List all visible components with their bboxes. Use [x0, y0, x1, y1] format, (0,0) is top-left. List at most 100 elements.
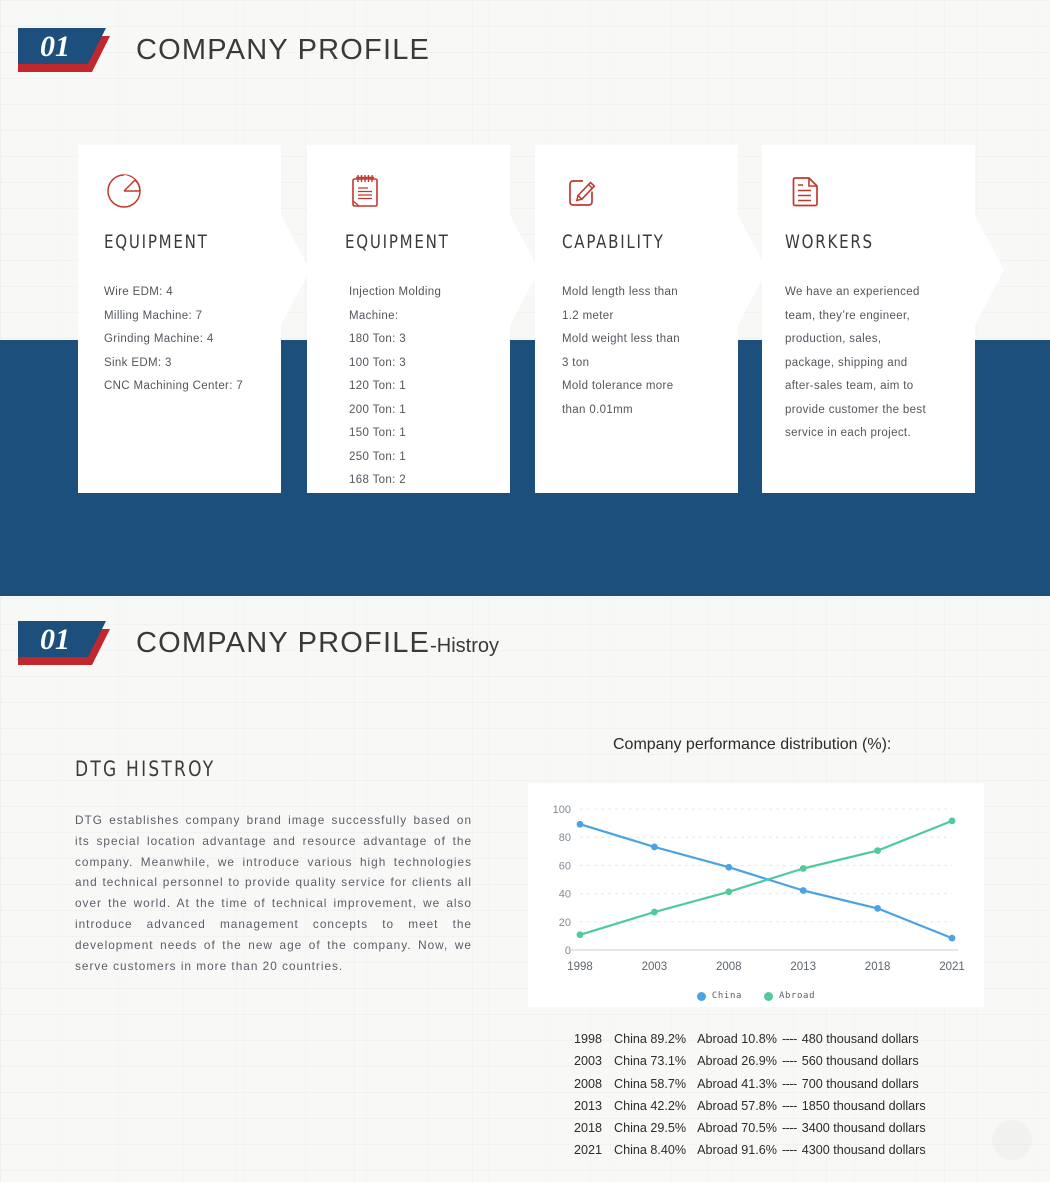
row-separator: ---- [781, 1098, 797, 1113]
card-line: provide customer the best [785, 403, 927, 416]
legend-dot-china [696, 991, 706, 1001]
chart-point-abroad [799, 865, 807, 872]
chart-ytick-label: 20 [559, 917, 571, 929]
card-line: after-sales team, aim to [785, 380, 914, 392]
card-line: 200 Ton: 1 [349, 403, 407, 416]
chart-xtick-label: 1998 [567, 961, 593, 973]
background-stripe [240, 120, 420, 121]
performance-row: 2008 China 58.7% Abroad 41.3% ---- 700 thous… [560, 1073, 926, 1095]
row-abroad-share: Abroad 41.3% [697, 1076, 777, 1091]
card-line: service in each project. [785, 427, 912, 439]
chart-xtick-label: 2018 [865, 961, 891, 973]
card-body: We have an experienced team, they’re eng… [785, 281, 1004, 446]
row-abroad-share: Abroad 57.8% [697, 1098, 777, 1113]
chart-point-abroad [874, 847, 881, 854]
card-workers[interactable]: WORKERS We have an experienced team, the… [762, 145, 1004, 493]
legend-dot-abroad [763, 991, 773, 1001]
section-badge-2: 01 [18, 621, 114, 665]
performance-chart[interactable]: 0 20 40 60 80 100 1998 2003 2008 2013 2018 2021 Chi… [528, 783, 984, 1007]
background-stripe [600, 700, 780, 701]
background-stripe [420, 1050, 580, 1051]
card-title: CAPABILITY [562, 231, 665, 253]
chart-ytick-label: 60 [559, 860, 571, 872]
performance-row: 1998 China 89.2% Abroad 10.8% ---- 480 thous… [560, 1028, 926, 1050]
chart-point-abroad [576, 931, 584, 939]
history-paragraph: DTG establishes company brand image succ… [75, 813, 472, 973]
row-abroad-share: Abroad 10.8% [697, 1032, 777, 1046]
row-amount: 1850 thousand dollars [801, 1098, 926, 1113]
chart-point-china [948, 934, 956, 942]
card-title: WORKERS [785, 231, 874, 253]
legend-label-china: China [711, 991, 742, 1001]
background-stripe [0, 95, 200, 96]
card-line: 100 Ton: 3 [349, 356, 407, 369]
page-title-2: COMPANY PROFILE [136, 626, 431, 659]
chart-point-abroad [725, 888, 733, 896]
row-china-share: China 58.7% [614, 1076, 687, 1091]
card-equipment-1[interactable]: EQUIPMENT Wire EDM: 4 Milling Machine: 7… [78, 145, 310, 493]
card-line: 250 Ton: 1 [349, 450, 407, 463]
edit-pencil-icon [562, 171, 602, 211]
card-body: Mold length less than 1.2 meter Mold wei… [562, 281, 767, 422]
chart-point-china [725, 863, 733, 871]
row-amount: 4300 thousand dollars [801, 1143, 926, 1158]
chart-ytick-label: 40 [559, 889, 571, 901]
notepad-icon [345, 171, 385, 211]
chart-title: Company performance distribution (%): [613, 736, 892, 753]
row-year: 2008 [573, 1076, 602, 1091]
chart-point-china [874, 905, 881, 912]
row-year: 2021 [573, 1143, 602, 1158]
page-subtitle: -Histroy [430, 634, 499, 657]
card-equipment-2[interactable]: EQUIPMENT Injection Molding Machine: 180… [307, 145, 539, 493]
card-line: Wire EDM: 4 [104, 286, 174, 298]
card-line: Injection Molding [349, 286, 442, 298]
chart-xtick-label: 2013 [790, 961, 816, 973]
row-separator: ---- [781, 1121, 797, 1136]
row-amount: 700 thousand dollars [801, 1076, 919, 1091]
row-abroad-share: Abroad 70.5% [697, 1121, 777, 1136]
card-line: Machine: [349, 309, 399, 322]
background-stripe [60, 1140, 320, 1141]
card-title: EQUIPMENT [345, 231, 450, 253]
card-body: Injection Molding Machine: 180 Ton: 3 10… [349, 281, 539, 493]
chart-ytick-label: 80 [559, 832, 571, 844]
card-line: Milling Machine: 7 [104, 309, 203, 322]
card-line: 120 Ton: 1 [349, 380, 407, 392]
row-year: 2003 [573, 1054, 602, 1069]
chart-xtick-label: 2008 [716, 961, 742, 973]
chart-xtick-label: 2021 [939, 961, 965, 973]
background-stripe [880, 760, 1000, 761]
document-icon [785, 171, 825, 211]
pie-chart-icon [104, 171, 144, 211]
row-separator: ---- [781, 1054, 797, 1069]
card-line: team, they’re engineer, [785, 309, 911, 322]
section-header-history: 01 COMPANY PROFILE -Histroy [18, 621, 499, 665]
legend-item-abroad[interactable]: Abroad [763, 991, 816, 1001]
section-header-profile: 01 COMPANY PROFILE [18, 28, 430, 72]
card-capability[interactable]: CAPABILITY Mold length less than 1.2 met… [535, 145, 767, 493]
legend-label-abroad: Abroad [778, 991, 816, 1001]
section-badge: 01 [18, 28, 114, 72]
card-line: Mold weight less than [562, 333, 680, 345]
card-line: We have an experienced [785, 286, 920, 298]
card-line: 150 Ton: 1 [349, 427, 407, 439]
row-year: 2018 [573, 1121, 602, 1136]
card-line: Sink EDM: 3 [104, 356, 172, 369]
chart-ytick-label: 0 [565, 945, 571, 957]
performance-data-list: 1998 China 89.2% Abroad 10.8% ---- 480 thous… [560, 1028, 926, 1162]
performance-row: 2003 China 73.1% Abroad 26.9% ---- 560 thous… [560, 1050, 926, 1072]
chart-point-china [799, 887, 807, 894]
row-china-share: China 42.2% [614, 1098, 687, 1113]
row-amount: 3400 thousand dollars [801, 1121, 926, 1136]
card-line: Mold length less than [562, 286, 679, 298]
row-china-share: China 8.40% [614, 1143, 687, 1158]
chart-xtick-label: 2003 [642, 961, 668, 973]
chart-point-china [576, 820, 584, 828]
card-body: Wire EDM: 4 Milling Machine: 7 Grinding … [104, 281, 310, 399]
history-heading: DTG HISTROY [75, 757, 216, 781]
chart-canvas: 0 20 40 60 80 100 1998 2003 2008 2013 2018 2021 [553, 804, 965, 973]
legend-item-china[interactable]: China [696, 991, 742, 1001]
row-abroad-share: Abroad 26.9% [697, 1054, 777, 1069]
performance-row: 2013 China 42.2% Abroad 57.8% ---- 1850 thou… [560, 1095, 926, 1117]
row-abroad-share: Abroad 91.6% [697, 1143, 777, 1158]
